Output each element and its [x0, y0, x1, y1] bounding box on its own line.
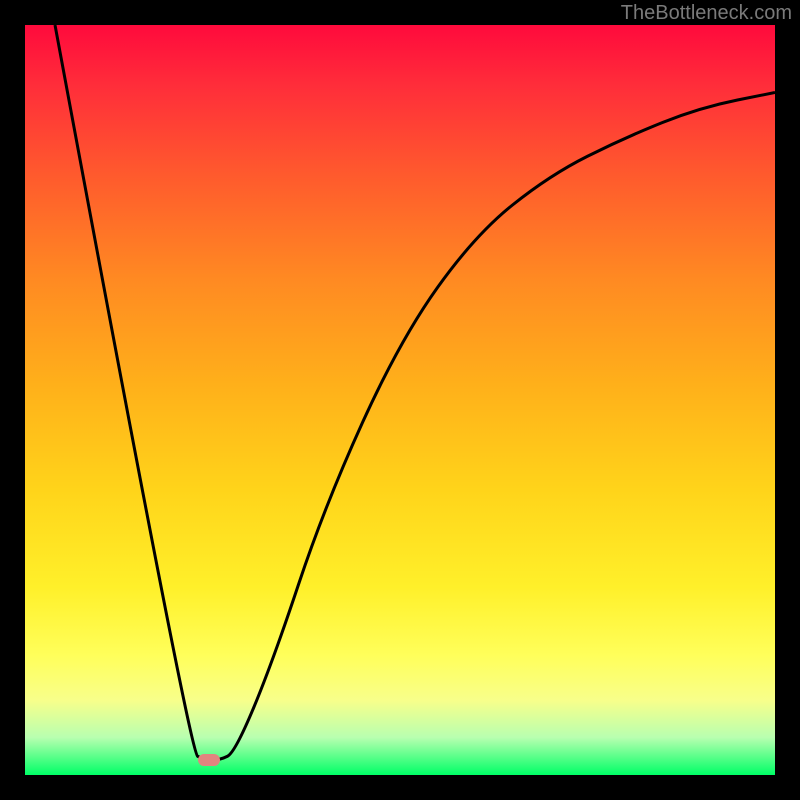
chart-marker: [198, 754, 220, 766]
attribution-text: TheBottleneck.com: [621, 2, 792, 25]
chart-plot-area: [25, 25, 775, 775]
chart-curve: [55, 25, 775, 760]
chart-svg: [25, 25, 775, 775]
